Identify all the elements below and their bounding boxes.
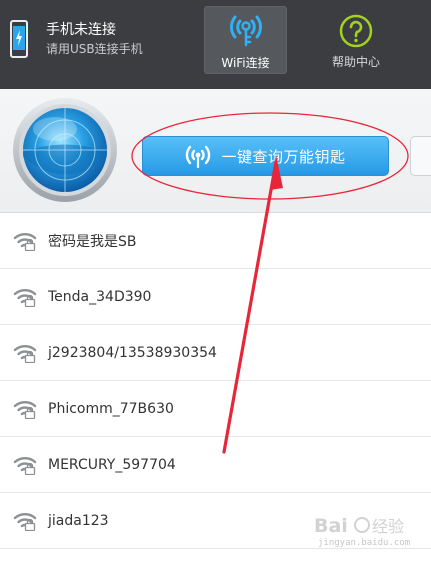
wifi-signal-icon (13, 344, 37, 363)
phone-icon (10, 20, 28, 58)
top-bar: 手机未连接 请用USB连接手机 WiFi连接 帮助中心 (0, 0, 431, 89)
radar-icon (13, 98, 117, 202)
wifi-network-name: 密码是我是SB (48, 233, 137, 250)
wifi-signal-icon (186, 145, 211, 168)
wifi-network-name: jiada123 (48, 512, 109, 529)
wifi-signal-icon (13, 456, 37, 475)
wifi-network-item[interactable]: Phicomm_77B630 (0, 381, 431, 437)
wifi-network-name: Tenda_34D390 (48, 288, 152, 305)
wifi-network-list: 密码是我是SB Tenda_34D390 j2923804/1353893035… (0, 213, 431, 549)
tab-help-label: 帮助中心 (331, 55, 380, 69)
device-title: 手机未连接 (46, 21, 116, 38)
wifi-network-name: j2923804/13538930354 (48, 344, 217, 361)
tab-wifi-label: WiFi连接 (221, 56, 270, 70)
wifi-signal-icon (13, 288, 37, 307)
device-subtitle: 请用USB连接手机 (46, 41, 143, 56)
device-status: 手机未连接 请用USB连接手机 (10, 20, 143, 58)
help-icon (339, 14, 373, 48)
wifi-signal-icon (13, 512, 37, 531)
one-click-query-button[interactable]: 一键查询万能钥匙 (142, 136, 389, 176)
action-panel: 一键查询万能钥匙 (0, 89, 431, 213)
watermark-url: jingyan.baidu.com (318, 538, 411, 548)
wifi-network-item[interactable]: Tenda_34D390 (0, 269, 431, 325)
wifi-signal-icon (13, 400, 37, 419)
wifi-network-item[interactable]: 密码是我是SB (0, 213, 431, 269)
wifi-signal-icon (13, 232, 37, 251)
query-button-label: 一键查询万能钥匙 (221, 147, 346, 166)
wifi-network-item[interactable]: j2923804/13538930354 (0, 325, 431, 381)
wifi-network-item[interactable]: MERCURY_597704 (0, 437, 431, 493)
tab-wifi[interactable]: WiFi连接 (204, 6, 287, 74)
wifi-network-name: MERCURY_597704 (48, 456, 176, 473)
tab-help[interactable]: 帮助中心 (318, 6, 394, 74)
secondary-button[interactable] (410, 136, 431, 176)
wifi-network-name: Phicomm_77B630 (48, 400, 174, 417)
wifi-key-icon (230, 15, 262, 47)
